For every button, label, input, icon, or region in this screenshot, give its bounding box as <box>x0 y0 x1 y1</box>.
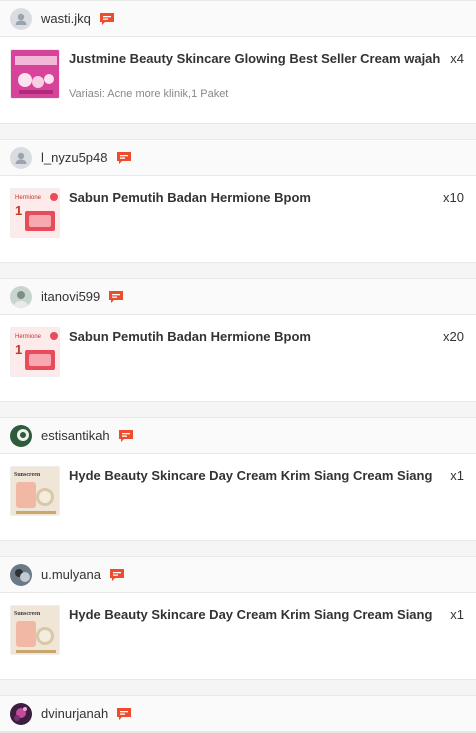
buyer-username[interactable]: u.mulyana <box>41 567 101 582</box>
order-header: dvinurjanah <box>0 696 476 732</box>
buyer-username[interactable]: l_nyzu5p48 <box>41 150 108 165</box>
order-list: wasti.jkq Justmine Beauty Skincare Glowi… <box>0 0 476 733</box>
svg-text:1: 1 <box>15 203 22 218</box>
order-item[interactable]: Sunscreen Hyde Beauty Skincare Day Cream… <box>0 454 476 540</box>
svg-text:Hermione: Hermione <box>15 195 42 201</box>
order-item[interactable]: Hermione 1 Sabun Pemutih Badan Hermione B… <box>0 176 476 262</box>
svg-text:Sunscreen: Sunscreen <box>14 611 41 617</box>
product-thumbnail[interactable]: Sunscreen <box>10 466 60 516</box>
chat-icon[interactable] <box>116 707 132 721</box>
item-quantity: x20 <box>443 329 464 344</box>
item-quantity: x10 <box>443 190 464 205</box>
user-avatar[interactable] <box>10 702 32 725</box>
buyer-username[interactable]: dvinurjanah <box>41 706 108 721</box>
order-card: dvinurjanah <box>0 695 476 733</box>
product-name: Hyde Beauty Skincare Day Cream Krim Sian… <box>69 468 433 483</box>
item-quantity: x4 <box>450 51 464 66</box>
item-quantity: x1 <box>450 607 464 622</box>
product-thumbnail[interactable]: Hermione 1 <box>10 327 60 377</box>
order-item[interactable]: Sunscreen Hyde Beauty Skincare Day Cream… <box>0 593 476 679</box>
order-item[interactable]: Hermione 1 Sabun Pemutih Badan Hermione B… <box>0 315 476 401</box>
order-card: l_nyzu5p48 Hermione 1 Sabun Pemutih Badan… <box>0 139 476 263</box>
user-avatar[interactable] <box>10 285 32 308</box>
product-name: Justmine Beauty Skincare Glowing Best Se… <box>69 51 441 66</box>
order-header: wasti.jkq <box>0 1 476 37</box>
order-card: itanovi599 Hermione 1 Sabun Pemutih Badan… <box>0 278 476 402</box>
chat-icon[interactable] <box>108 290 124 304</box>
order-header: u.mulyana <box>0 557 476 593</box>
default-user-icon[interactable] <box>10 146 32 169</box>
product-name: Sabun Pemutih Badan Hermione Bpom <box>69 329 311 344</box>
order-card: estisantikah Sunscreen Hyde Beauty Skinc… <box>0 417 476 541</box>
product-name: Hyde Beauty Skincare Day Cream Krim Sian… <box>69 607 433 622</box>
order-card: wasti.jkq Justmine Beauty Skincare Glowi… <box>0 0 476 124</box>
product-thumbnail[interactable]: Hermione 1 <box>10 188 60 238</box>
user-avatar[interactable] <box>10 424 32 447</box>
buyer-username[interactable]: wasti.jkq <box>41 11 91 26</box>
chat-icon[interactable] <box>118 429 134 443</box>
user-avatar[interactable] <box>10 563 32 586</box>
svg-text:Hermione: Hermione <box>15 334 42 340</box>
buyer-username[interactable]: estisantikah <box>41 428 110 443</box>
order-header: itanovi599 <box>0 279 476 315</box>
chat-icon[interactable] <box>109 568 125 582</box>
buyer-username[interactable]: itanovi599 <box>41 289 100 304</box>
svg-text:Sunscreen: Sunscreen <box>14 472 41 478</box>
product-variation: Variasi: Acne more klinik,1 Paket <box>69 88 229 100</box>
item-quantity: x1 <box>450 468 464 483</box>
svg-text:1: 1 <box>15 342 22 357</box>
chat-icon[interactable] <box>116 151 132 165</box>
order-header: l_nyzu5p48 <box>0 140 476 176</box>
chat-icon[interactable] <box>99 12 115 26</box>
product-thumbnail[interactable] <box>10 49 60 99</box>
default-user-icon[interactable] <box>10 7 32 30</box>
product-thumbnail[interactable]: Sunscreen <box>10 605 60 655</box>
order-item[interactable]: Justmine Beauty Skincare Glowing Best Se… <box>0 37 476 123</box>
product-name: Sabun Pemutih Badan Hermione Bpom <box>69 190 311 205</box>
order-header: estisantikah <box>0 418 476 454</box>
order-card: u.mulyana Sunscreen Hyde Beauty Skincare… <box>0 556 476 680</box>
